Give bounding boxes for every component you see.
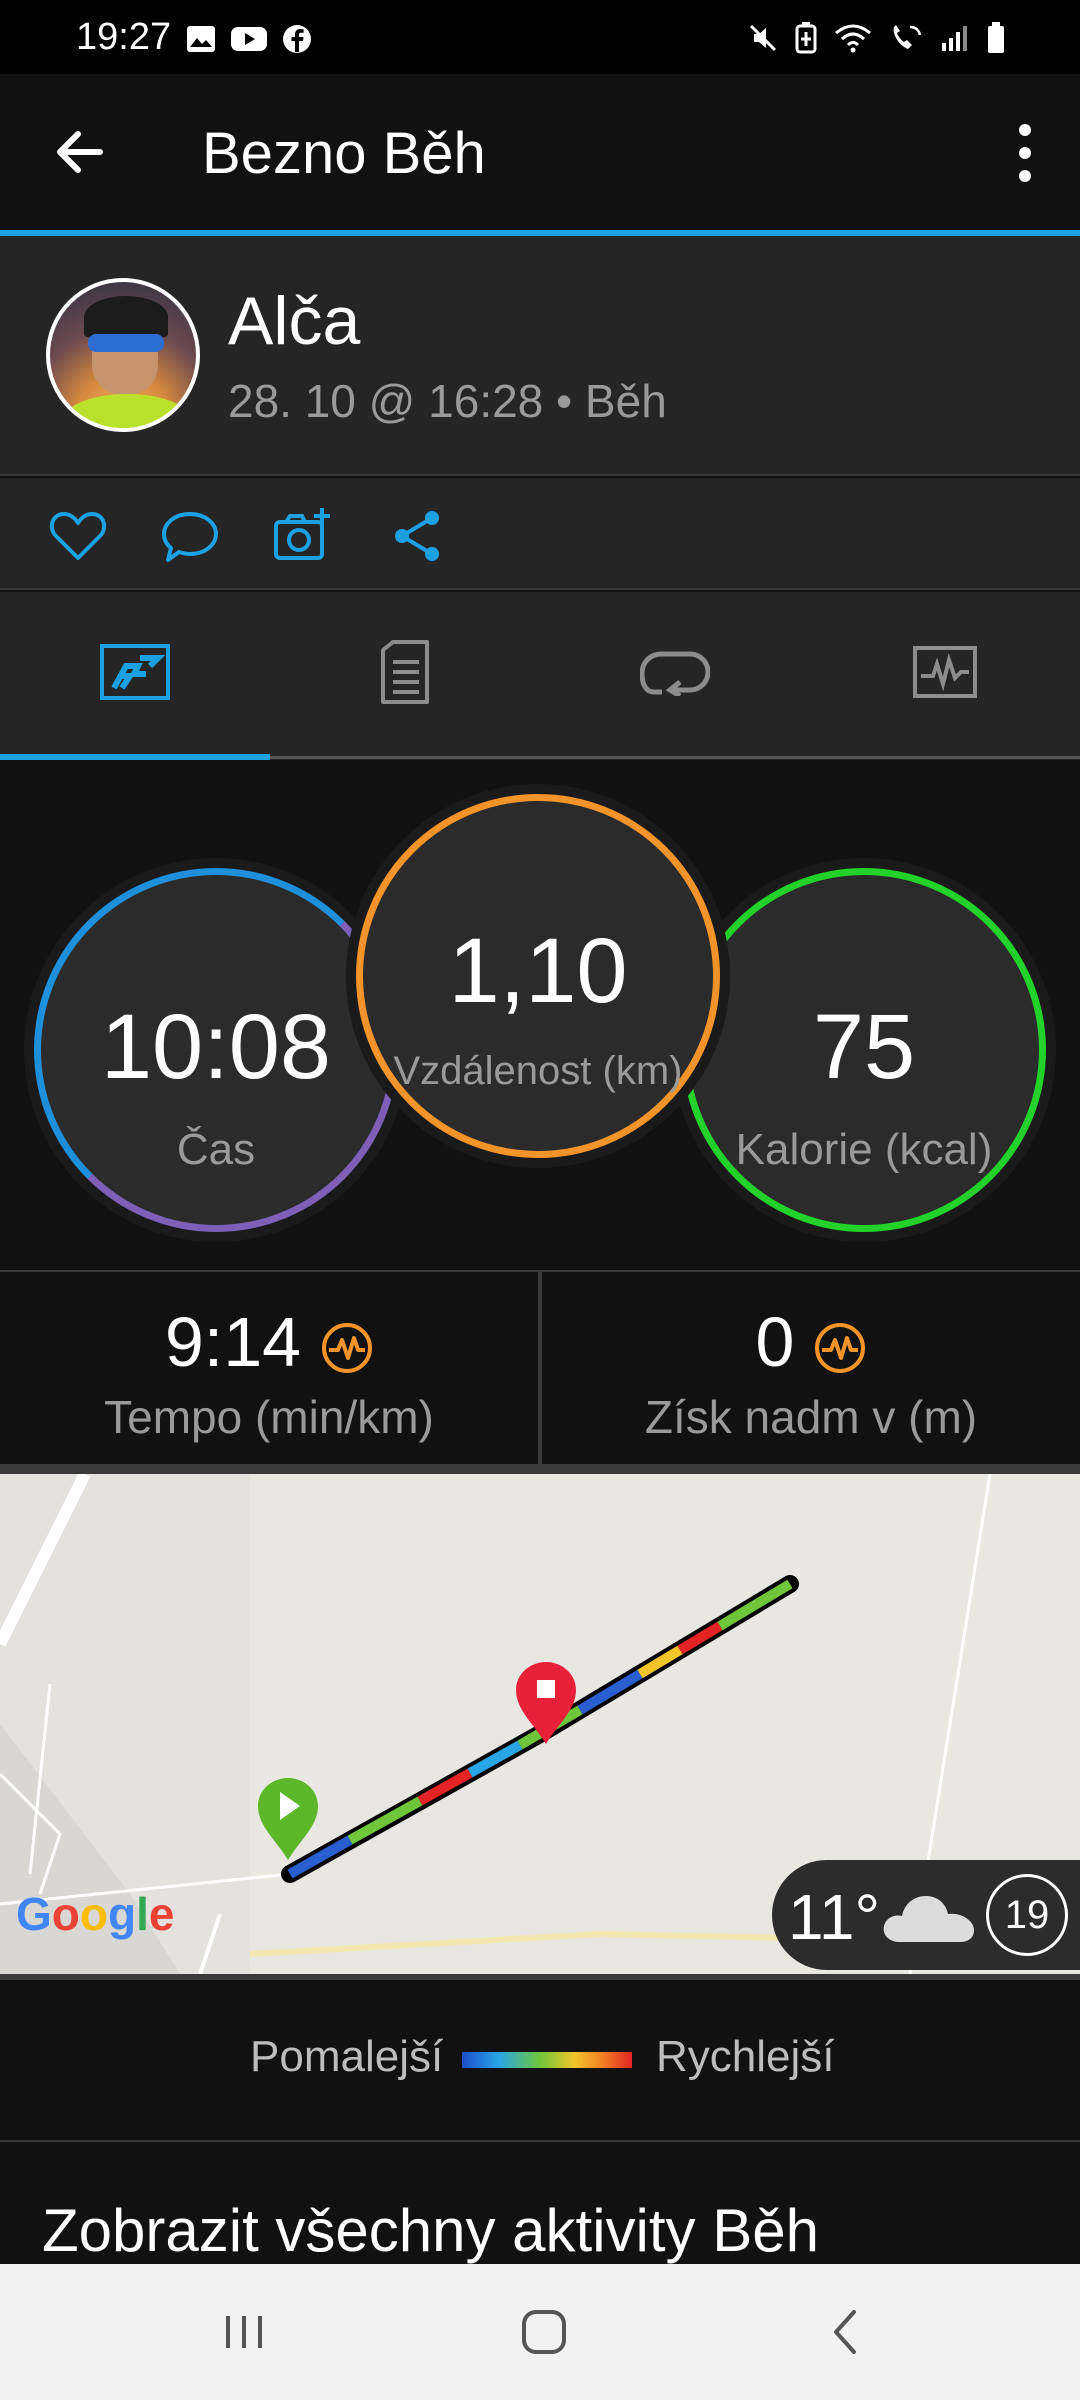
metric-divider <box>538 1270 542 1464</box>
calories-label: Kalorie (kcal) <box>735 1125 993 1174</box>
wifi-calling-icon <box>893 25 922 49</box>
status-time: 19:27 <box>76 16 172 58</box>
distance-label: Vzdálenost (km) <box>393 1049 683 1093</box>
start-marker-icon[interactable] <box>258 1778 318 1860</box>
tab-baseline <box>270 756 1080 759</box>
cloud-icon <box>883 1896 974 1942</box>
finish-marker-icon[interactable] <box>516 1662 576 1744</box>
pace-color-scale <box>462 2052 632 2068</box>
legend-slow-label: Pomalejší <box>250 2032 444 2081</box>
status-notification-icons <box>186 24 312 54</box>
comment-icon[interactable] <box>160 506 220 566</box>
legend-fast-label: Rychlejší <box>656 2032 835 2081</box>
mute-icon <box>749 24 777 52</box>
all-activities-label: Zobrazit všechny aktivity Běh <box>42 2197 819 2264</box>
elevation-metric[interactable]: 0 Získ nadm v (m) <box>542 1272 1080 1466</box>
moon-day: 19 <box>1004 1893 1050 1937</box>
overview-icon <box>100 644 170 700</box>
elevation-label: Získ nadm v (m) <box>644 1391 978 1443</box>
time-value: 10:08 <box>100 996 332 1098</box>
details-icon <box>381 640 429 704</box>
page-title: Bezno Běh <box>202 121 486 186</box>
battery-saver-icon <box>795 22 817 54</box>
gallery-icon <box>187 26 215 52</box>
time-ring: 10:08 Čas <box>34 868 398 1232</box>
calories-ring: 75 Kalorie (kcal) <box>682 868 1046 1232</box>
pace-value: 9:14 <box>164 1303 302 1381</box>
signal-icon <box>942 26 967 51</box>
laps-icon <box>640 651 710 696</box>
activity-tabs <box>0 592 1080 760</box>
pace-legend: Pomalejší Rychlejší <box>0 1980 1080 2142</box>
youtube-icon <box>231 27 267 51</box>
calories-value: 75 <box>812 996 916 1098</box>
tab-overview[interactable] <box>0 592 270 752</box>
distance-value: 1,10 <box>448 920 628 1022</box>
pace-metric[interactable]: 9:14 Tempo (min/km) <box>0 1272 538 1466</box>
system-nav-bar <box>0 2264 1080 2400</box>
more-options-icon[interactable] <box>1000 118 1050 188</box>
activity-summary-rings: 10:08 Čas 75 Kalorie (kcal) 1,10 Vzdálen… <box>0 760 1080 1270</box>
battery-icon <box>988 22 1004 53</box>
app-bar: Bezno Běh <box>0 74 1080 232</box>
activity-pulse-icon <box>815 1322 866 1373</box>
weather-temperature: 11° <box>788 1881 881 1953</box>
all-activities-link[interactable]: Zobrazit všechny aktivity Běh <box>0 2144 1080 2264</box>
activity-owner: Alča 28. 10 @ 16:28 • Běh <box>0 236 1080 476</box>
avatar[interactable] <box>46 278 200 432</box>
camera-add-icon[interactable] <box>272 506 332 566</box>
tab-charts[interactable] <box>810 592 1080 752</box>
pace-label: Tempo (min/km) <box>104 1391 434 1443</box>
tab-details[interactable] <box>270 592 540 752</box>
home-icon[interactable] <box>514 2302 574 2362</box>
activity-pulse-icon <box>322 1322 373 1373</box>
status-bar: 19:27 <box>0 0 1080 74</box>
action-row <box>0 478 1080 590</box>
nav-back-icon[interactable] <box>816 2302 876 2362</box>
moon-phase: 19 <box>986 1874 1068 1956</box>
wifi-icon <box>835 24 871 53</box>
back-arrow-icon[interactable] <box>50 122 110 182</box>
elevation-value: 0 <box>755 1303 795 1381</box>
tab-laps[interactable] <box>540 592 810 752</box>
activity-meta: 28. 10 @ 16:28 • Běh <box>228 375 667 427</box>
charts-icon <box>913 646 977 698</box>
heart-icon[interactable] <box>48 506 108 566</box>
share-icon[interactable] <box>388 506 448 566</box>
user-name: Alča <box>228 283 361 359</box>
google-logo: Google <box>16 1888 174 1940</box>
facebook-icon <box>283 25 311 53</box>
weather-badge: 11° 19 <box>772 1860 1080 1970</box>
svg-text:Google: Google <box>16 1888 174 1940</box>
time-label: Čas <box>176 1125 256 1174</box>
status-system-icons <box>748 22 1006 54</box>
distance-ring: 1,10 Vzdálenost (km) <box>356 794 720 1158</box>
recent-apps-icon[interactable] <box>214 2302 274 2362</box>
